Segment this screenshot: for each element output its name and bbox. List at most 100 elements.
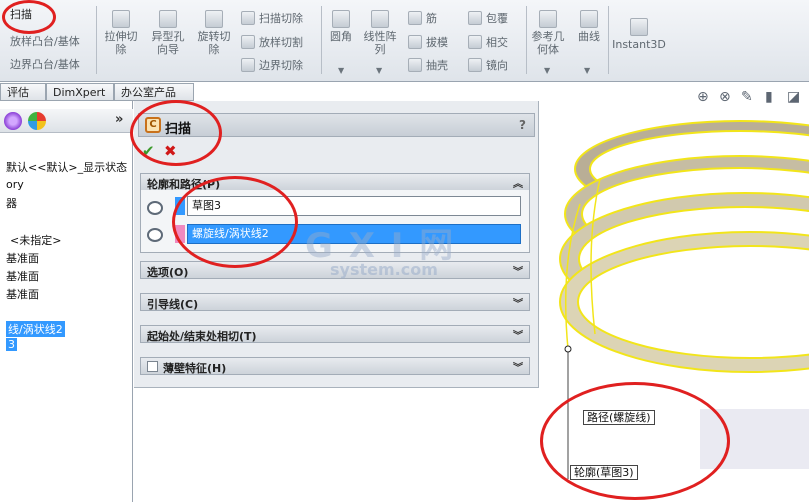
extruded-cut-icon <box>112 10 130 28</box>
path-selection-icon <box>147 228 163 242</box>
boundary-cut-label: 边界切除 <box>259 59 303 72</box>
loft-boss-label: 放样凸台/基体 <box>10 35 80 48</box>
hole-wizard-button[interactable]: 异型孔向导 <box>148 10 188 56</box>
ribbon-separator <box>608 6 609 74</box>
reference-geometry-icon <box>539 10 557 28</box>
instant3d-label: Instant3D <box>612 38 666 51</box>
curves-dropdown-icon[interactable]: ▼ <box>584 66 590 75</box>
boundary-cut-icon <box>241 58 255 72</box>
draft-button[interactable]: 拔模 <box>408 34 448 52</box>
rib-button[interactable]: 筋 <box>408 10 437 28</box>
group-label: 起始处/结束处相切(T) <box>147 330 257 343</box>
intersect-icon <box>468 35 482 49</box>
cancel-button[interactable]: ✖ <box>164 142 177 160</box>
display-manager-icon[interactable] <box>28 112 46 130</box>
tab-dimxpert[interactable]: DimXpert <box>46 83 114 101</box>
ok-button[interactable]: ✔ <box>142 142 155 160</box>
tree-item-selected-helix[interactable]: 线/涡状线2 <box>6 321 65 337</box>
lofted-cut-button[interactable]: 放样切割 <box>241 34 303 52</box>
feature-manager-tree: » 默认<<默认>_显示状态 ory 器 <未指定> 基准面 基准面 基准面 线… <box>0 101 133 502</box>
tree-item[interactable]: 器 <box>6 195 17 211</box>
tree-item[interactable]: ory <box>6 178 24 191</box>
boundary-cut-button[interactable]: 边界切除 <box>241 57 303 75</box>
tab-label: 评估 <box>7 86 29 99</box>
tab-office-products[interactable]: 办公室产品 <box>114 83 194 101</box>
thin-feature-group-header[interactable]: 薄壁特征(H) ︾ <box>140 357 530 375</box>
loft-boss-button[interactable]: 放样凸台/基体 <box>10 33 80 51</box>
boundary-boss-label: 边界凸台/基体 <box>10 58 80 71</box>
wrap-icon <box>468 11 482 25</box>
tree-item[interactable]: 基准面 <box>6 286 39 302</box>
view-orientation-icon[interactable]: ◪ <box>787 89 800 105</box>
group-label: 薄壁特征(H) <box>163 362 227 375</box>
reference-geometry-button[interactable]: 参考几何体 <box>530 10 566 56</box>
revolved-cut-label: 旋转切除 <box>197 30 231 56</box>
tree-item[interactable]: 基准面 <box>6 268 39 284</box>
guide-curves-group-header[interactable]: 引导线(C) ︾ <box>140 293 530 311</box>
draft-label: 拔模 <box>426 36 448 49</box>
tangency-group-header[interactable]: 起始处/结束处相切(T) ︾ <box>140 325 530 343</box>
graphics-area[interactable] <box>540 84 809 502</box>
fillet-icon <box>332 10 350 28</box>
path-color-swatch <box>175 225 185 243</box>
curves-button[interactable]: 曲线 <box>572 10 606 43</box>
rib-icon <box>408 11 422 25</box>
sweep-button[interactable]: 扫描 <box>10 6 32 24</box>
previous-view-icon[interactable]: ✎ <box>741 89 753 105</box>
wrap-button[interactable]: 包覆 <box>468 10 508 28</box>
tab-evaluate[interactable]: 评估 <box>0 83 46 101</box>
reference-geometry-dropdown-icon[interactable]: ▼ <box>544 66 550 75</box>
expand-chevron-icon[interactable]: ︾ <box>513 263 523 278</box>
helix-sweep-model[interactable] <box>540 84 809 502</box>
profile-callout-label[interactable]: 轮廓(草图3) <box>570 465 638 480</box>
expand-chevron-icon[interactable]: ︾ <box>513 327 523 342</box>
lofted-cut-icon <box>241 35 255 49</box>
linear-pattern-button[interactable]: 线性阵列 <box>360 10 400 56</box>
tree-toolbar: » <box>0 109 133 133</box>
linear-pattern-label: 线性阵列 <box>363 30 397 56</box>
curves-icon <box>580 10 598 28</box>
mirror-label: 镜向 <box>486 59 508 72</box>
zoom-area-icon[interactable]: ⊗ <box>719 89 731 105</box>
intersect-button[interactable]: 相交 <box>468 34 508 52</box>
group-label: 选项(O) <box>147 266 189 279</box>
tree-item[interactable]: 默认<<默认>_显示状态 <box>6 159 127 175</box>
extruded-cut-label: 拉伸切除 <box>104 30 138 56</box>
fillet-dropdown-icon[interactable]: ▼ <box>338 66 344 75</box>
watermark-url: system.com <box>330 260 438 279</box>
profile-selection-icon <box>147 201 163 215</box>
instant3d-button[interactable]: Instant3D <box>612 18 666 51</box>
mirror-button[interactable]: 镜向 <box>468 57 508 75</box>
view-heads-up-toolbar: ⊕ ⊗ ✎ ▮ ◪ <box>695 88 809 108</box>
boundary-boss-button[interactable]: 边界凸台/基体 <box>10 56 80 74</box>
ribbon-separator <box>321 6 322 74</box>
linear-pattern-icon <box>371 10 389 28</box>
expand-chevron-icon[interactable]: ︾ <box>513 359 523 374</box>
fillet-button[interactable]: 圆角 <box>326 10 356 43</box>
tree-item[interactable]: <未指定> <box>10 232 61 248</box>
path-callout-label[interactable]: 路径(螺旋线) <box>583 410 655 425</box>
profile-path-group-header[interactable]: 轮廓和路径(P) ︽ <box>140 173 530 191</box>
collapse-chevron-icon[interactable]: ︽ <box>513 175 523 190</box>
extruded-cut-button[interactable]: 拉伸切除 <box>102 10 140 56</box>
ribbon-separator <box>96 6 97 74</box>
config-manager-icon[interactable] <box>4 112 22 130</box>
tree-item-selected-sketch[interactable]: 3 <box>6 338 17 351</box>
sweep-icon: C <box>145 117 161 133</box>
profile-selection-field[interactable]: 草图3 <box>187 196 521 216</box>
revolved-cut-button[interactable]: 旋转切除 <box>194 10 234 56</box>
tree-item[interactable]: 基准面 <box>6 250 39 266</box>
dimmed-region <box>700 409 809 469</box>
swept-cut-button[interactable]: 扫描切除 <box>241 10 303 28</box>
shell-button[interactable]: 抽壳 <box>408 57 448 75</box>
more-tabs-icon[interactable]: » <box>115 112 123 127</box>
property-manager-title: 扫描 <box>165 122 192 137</box>
thin-feature-checkbox[interactable] <box>147 361 158 372</box>
mirror-icon <box>468 58 482 72</box>
linear-pattern-dropdown-icon[interactable]: ▼ <box>376 66 382 75</box>
expand-chevron-icon[interactable]: ︾ <box>513 295 523 310</box>
zoom-to-fit-icon[interactable]: ⊕ <box>697 89 709 105</box>
wrap-label: 包覆 <box>486 12 508 25</box>
section-view-icon[interactable]: ▮ <box>765 89 773 105</box>
help-icon[interactable]: ? <box>519 118 526 132</box>
